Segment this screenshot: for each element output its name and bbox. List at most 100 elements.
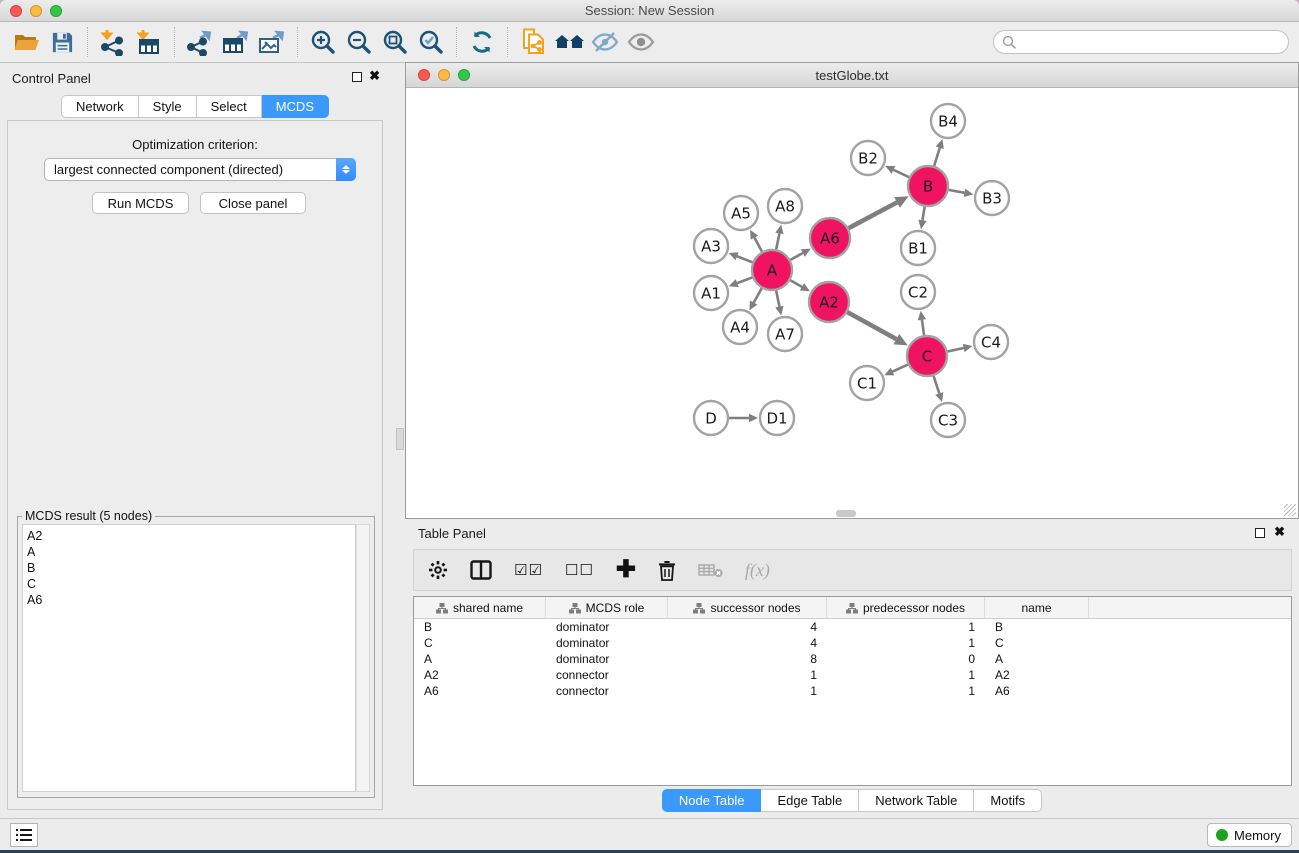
network-zoom-button[interactable] xyxy=(458,69,470,81)
add-column-button[interactable]: ✚ xyxy=(616,555,636,585)
table-row[interactable]: Bdominator41B xyxy=(414,619,1291,635)
mcds-result-list[interactable]: A2ABCA6 xyxy=(22,524,356,792)
open-session-button[interactable] xyxy=(8,25,44,59)
graph-node-C4[interactable]: C4 xyxy=(974,325,1008,359)
graph-node-A3[interactable]: A3 xyxy=(694,229,728,263)
tab-network-table[interactable]: Network Table xyxy=(859,789,974,812)
graph-node-A7[interactable]: A7 xyxy=(768,317,802,351)
column-header-mcds-role[interactable]: MCDS role xyxy=(546,597,668,619)
graph-edge-A6-B[interactable] xyxy=(849,202,898,228)
graph-node-A6[interactable]: A6 xyxy=(810,218,850,258)
first-neighbors-button[interactable] xyxy=(551,25,587,59)
graph-edge-A-A3[interactable] xyxy=(737,256,752,262)
column-header-successor-nodes[interactable]: successor nodes xyxy=(668,597,827,619)
graph-edge-A-A4[interactable] xyxy=(754,288,762,302)
tab-edge-table[interactable]: Edge Table xyxy=(761,789,859,812)
graph-edge-B-B3[interactable] xyxy=(949,190,965,193)
show-all-button[interactable] xyxy=(623,25,659,59)
zoom-in-button[interactable] xyxy=(305,25,341,59)
zoom-out-button[interactable] xyxy=(341,25,377,59)
deselect-all-columns-button[interactable]: ☐☐ xyxy=(565,555,594,585)
import-table-button[interactable] xyxy=(131,25,167,59)
table-row[interactable]: Adominator80A xyxy=(414,651,1291,667)
refresh-view-button[interactable] xyxy=(464,25,500,59)
graph-node-A1[interactable]: A1 xyxy=(694,276,728,310)
graph-edge-B-B2[interactable] xyxy=(893,170,909,177)
graph-node-C[interactable]: C xyxy=(907,336,947,376)
export-network-button[interactable] xyxy=(182,25,218,59)
graph-edge-C-C3[interactable] xyxy=(934,376,940,393)
memory-button[interactable]: Memory xyxy=(1207,823,1292,847)
open-network-file-button[interactable] xyxy=(515,25,551,59)
save-session-button[interactable] xyxy=(44,25,80,59)
graph-node-A5[interactable]: A5 xyxy=(724,196,758,230)
tab-motifs[interactable]: Motifs xyxy=(974,789,1042,812)
graph-node-D[interactable]: D xyxy=(694,401,728,435)
graph-edge-A-A5[interactable] xyxy=(754,238,762,252)
zoom-fit-button[interactable] xyxy=(377,25,413,59)
mcds-result-item[interactable]: A6 xyxy=(27,592,355,608)
control-panel-close-button[interactable]: ✖ xyxy=(369,69,380,83)
select-all-columns-button[interactable]: ☑☑ xyxy=(514,555,543,585)
task-history-button[interactable] xyxy=(10,823,38,847)
graph-edge-B-B1[interactable] xyxy=(922,207,924,221)
delete-column-button[interactable] xyxy=(658,555,676,585)
graph-edge-A2-C[interactable] xyxy=(847,312,896,339)
graph-node-B2[interactable]: B2 xyxy=(851,141,885,175)
export-image-button[interactable] xyxy=(254,25,290,59)
export-table-button[interactable] xyxy=(218,25,254,59)
graph-edge-B-B4[interactable] xyxy=(934,148,940,166)
search-input[interactable] xyxy=(1021,33,1288,51)
tab-network[interactable]: Network xyxy=(61,95,139,118)
graph-edge-A-A2[interactable] xyxy=(790,280,802,287)
zoom-window-button[interactable] xyxy=(50,5,62,17)
hide-selected-button[interactable] xyxy=(587,25,623,59)
minimize-window-button[interactable] xyxy=(30,5,42,17)
graph-node-B1[interactable]: B1 xyxy=(901,231,935,265)
mcds-result-item[interactable]: A2 xyxy=(27,528,355,544)
table-panel-float-button[interactable] xyxy=(1255,528,1265,538)
network-close-button[interactable] xyxy=(418,69,430,81)
search-box[interactable] xyxy=(993,30,1289,54)
close-panel-button[interactable]: Close panel xyxy=(200,192,306,214)
mcds-result-item[interactable]: C xyxy=(27,576,355,592)
column-header-shared-name[interactable]: shared name xyxy=(414,597,546,619)
graph-node-C1[interactable]: C1 xyxy=(850,366,884,400)
control-panel-float-button[interactable] xyxy=(352,72,362,82)
mcds-result-scrollbar[interactable] xyxy=(356,524,370,792)
table-panel-close-button[interactable]: ✖ xyxy=(1274,525,1285,539)
column-layout-button[interactable] xyxy=(470,555,492,585)
graph-node-A2[interactable]: A2 xyxy=(809,282,849,322)
graph-node-A[interactable]: A xyxy=(752,250,792,290)
network-graph[interactable]: B4B2BB3A5A8A6B1A3AA1C2A2A4A7C4CC1DD1C3 xyxy=(406,88,1298,518)
function-builder-button[interactable]: f(x) xyxy=(745,555,770,585)
graph-node-D1[interactable]: D1 xyxy=(760,401,794,435)
graph-edge-A-A1[interactable] xyxy=(737,277,752,283)
tab-style[interactable]: Style xyxy=(139,95,197,118)
graph-edge-C-C1[interactable] xyxy=(893,365,908,372)
mcds-result-item[interactable]: B xyxy=(27,560,355,576)
tab-select[interactable]: Select xyxy=(197,95,262,118)
splitter-handle[interactable] xyxy=(396,428,404,450)
column-header-predecessor-nodes[interactable]: predecessor nodes xyxy=(827,597,985,619)
graph-node-B4[interactable]: B4 xyxy=(931,104,965,138)
graph-node-A8[interactable]: A8 xyxy=(768,189,802,223)
column-header-name[interactable]: name xyxy=(985,597,1089,619)
table-row[interactable]: Cdominator41C xyxy=(414,635,1291,651)
network-hscrollbar-thumb[interactable] xyxy=(836,510,856,517)
zoom-selected-button[interactable] xyxy=(413,25,449,59)
close-window-button[interactable] xyxy=(10,5,22,17)
import-network-button[interactable] xyxy=(95,25,131,59)
graph-edge-C-C4[interactable] xyxy=(948,348,964,352)
tab-mcds[interactable]: MCDS xyxy=(262,95,329,118)
graph-edge-A-A8[interactable] xyxy=(776,233,779,249)
graph-node-B3[interactable]: B3 xyxy=(975,181,1009,215)
network-minimize-button[interactable] xyxy=(438,69,450,81)
tab-node-table[interactable]: Node Table xyxy=(662,789,762,812)
mcds-result-item[interactable]: A xyxy=(27,544,355,560)
delete-table-button[interactable] xyxy=(698,555,723,585)
graph-node-C2[interactable]: C2 xyxy=(901,275,935,309)
graph-node-C3[interactable]: C3 xyxy=(931,403,965,437)
graph-edge-A-A7[interactable] xyxy=(776,291,779,307)
table-row[interactable]: A2connector11A2 xyxy=(414,667,1291,683)
